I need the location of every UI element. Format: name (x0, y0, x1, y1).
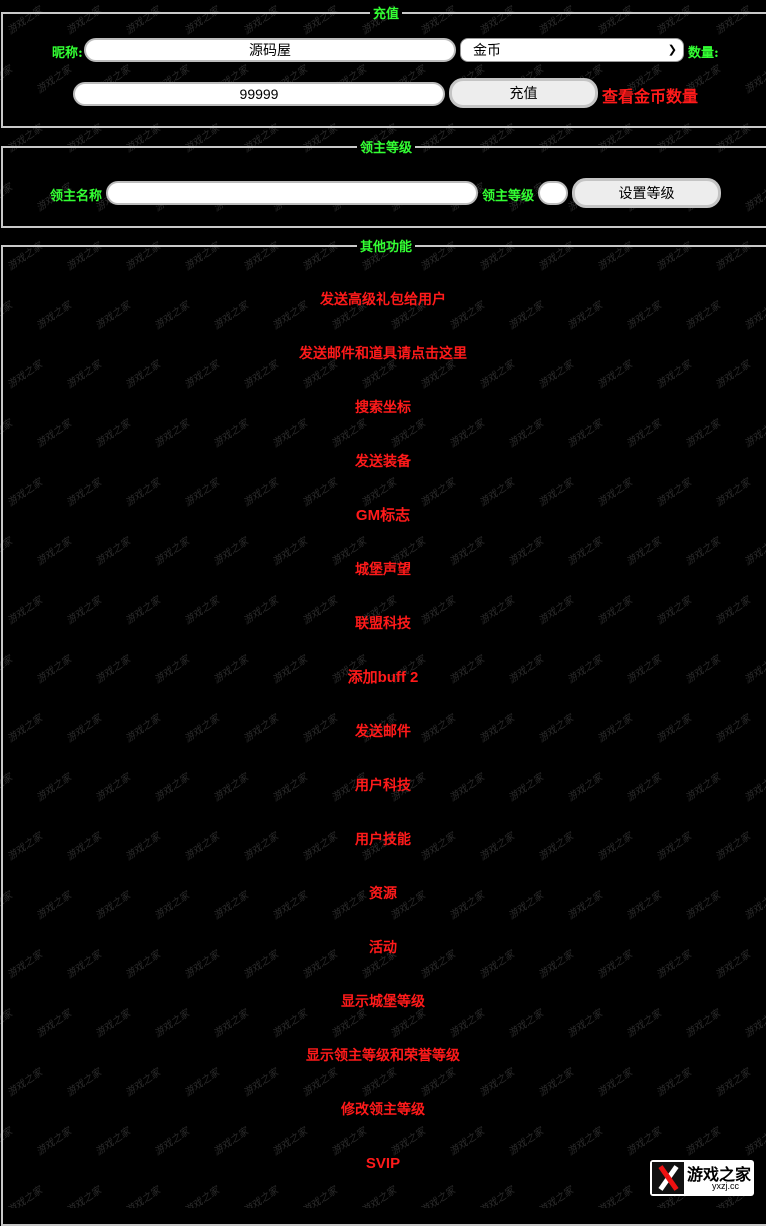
recharge-button[interactable]: 充值 (449, 78, 598, 108)
func-show-castle-level[interactable]: 显示城堡等级 (0, 992, 766, 1012)
other-functions-legend: 其他功能 (359, 240, 412, 255)
site-logo: 游戏之家 yxzj.cc (650, 1160, 754, 1196)
func-send-mail-items[interactable]: 发送邮件和道具请点击这里 (0, 344, 766, 364)
check-gold-link[interactable]: 查看金币数量 (602, 83, 698, 107)
func-activities[interactable]: 活动 (0, 938, 766, 958)
recharge-section: 充值 (1, 3, 766, 128)
currency-select[interactable]: 金币 ❯ (460, 38, 684, 62)
func-search-coordinates[interactable]: 搜索坐标 (0, 398, 766, 418)
func-castle-prestige[interactable]: 城堡声望 (0, 560, 766, 580)
lord-name-input[interactable] (106, 181, 478, 205)
lord-level-label: 领主等级 (482, 189, 535, 204)
func-send-premium-gift[interactable]: 发送高级礼包给用户 (0, 290, 766, 310)
func-add-buff-2[interactable]: 添加buff 2 (0, 668, 766, 688)
logo-domain: yxzj.cc (712, 1181, 739, 1191)
lord-level-legend: 领主等级 (359, 141, 412, 156)
set-level-button[interactable]: 设置等级 (572, 178, 721, 208)
func-show-lord-honor-level[interactable]: 显示领主等级和荣誉等级 (0, 1046, 766, 1066)
nickname-input[interactable] (84, 38, 456, 62)
chevron-down-icon: ❯ (667, 44, 677, 56)
func-user-skills[interactable]: 用户技能 (0, 830, 766, 850)
func-modify-lord-level[interactable]: 修改领主等级 (0, 1100, 766, 1120)
recharge-legend: 充值 (372, 7, 399, 22)
func-send-mail[interactable]: 发送邮件 (0, 722, 766, 742)
currency-selected-value: 金币 (473, 42, 501, 58)
lord-level-input[interactable] (538, 181, 568, 205)
func-send-equipment[interactable]: 发送装备 (0, 452, 766, 472)
func-alliance-tech[interactable]: 联盟科技 (0, 614, 766, 634)
func-resources[interactable]: 资源 (0, 884, 766, 904)
lord-name-label: 领主名称 (50, 189, 103, 204)
quantity-label: 数量: (688, 46, 719, 61)
func-gm-flag[interactable]: GM标志 (0, 506, 766, 526)
amount-input[interactable] (73, 82, 445, 106)
logo-mark-icon (652, 1162, 684, 1194)
nickname-label: 昵称: (52, 46, 83, 61)
func-user-tech[interactable]: 用户科技 (0, 776, 766, 796)
